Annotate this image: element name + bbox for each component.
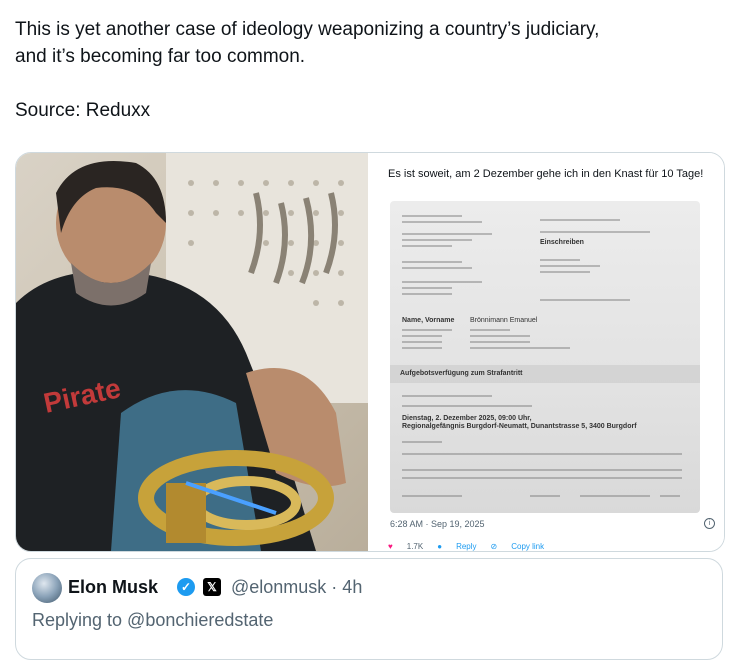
media-grid[interactable]: Pirate Es ist soweit, am 2 Dezember gehe… [15,152,725,552]
avatar[interactable] [32,573,62,603]
letter-recipient: Einschreiben [540,239,584,246]
reply-button[interactable]: Reply [456,542,476,551]
info-icon[interactable]: i [704,518,715,529]
replying-to: Replying to @bonchieredstate [32,610,274,630]
court-letter-image: Einschreiben Name, Vorname Brönnimann Em… [390,201,700,513]
like-count: 1.7K [406,542,424,551]
embedded-actions: ♥ 1.7K ● Reply ⊘ Copy link [388,542,544,551]
reply-icon[interactable]: ● [437,542,442,551]
musician-photo[interactable]: Pirate [16,153,368,551]
quote-author-name[interactable]: Elon Musk [68,577,158,598]
letter-heading: Aufgebotsverfügung zum Strafantritt [400,370,523,377]
like-icon[interactable]: ♥ [388,542,393,551]
letter-date-line: Dienstag, 2. Dezember 2025, 09:00 Uhr, [402,415,532,422]
quoted-tweet[interactable]: Elon Musk ✓ 𝕏 @elonmusk · 4h Replying to… [15,558,723,660]
x-logo-icon: 𝕏 [203,578,221,596]
embedded-tweet-text: Es ist soweit, am 2 Dezember gehe ich in… [388,168,704,180]
verified-badge-icon: ✓ [177,578,195,596]
link-icon[interactable]: ⊘ [491,542,498,551]
embedded-tweet-screenshot[interactable]: Es ist soweit, am 2 Dezember gehe ich in… [370,153,724,551]
post-text: This is yet another case of ideology wea… [15,16,715,124]
letter-place-line: Regionalgefängnis Burgdorf-Neumatt, Duna… [402,423,637,430]
post-text-line: and it’s becoming far too common. [15,46,306,67]
embedded-timestamp: 6:28 AM · Sep 19, 2025 [390,519,485,529]
post-source: Source: Reduxx [15,100,151,121]
post-text-line: This is yet another case of ideology wea… [15,19,600,40]
letter-name-value: Brönnimann Emanuel [470,317,538,324]
copy-link-button[interactable]: Copy link [511,542,544,551]
letter-name-label: Name, Vorname [402,317,455,324]
quote-handle[interactable]: @elonmusk · 4h [231,577,362,598]
